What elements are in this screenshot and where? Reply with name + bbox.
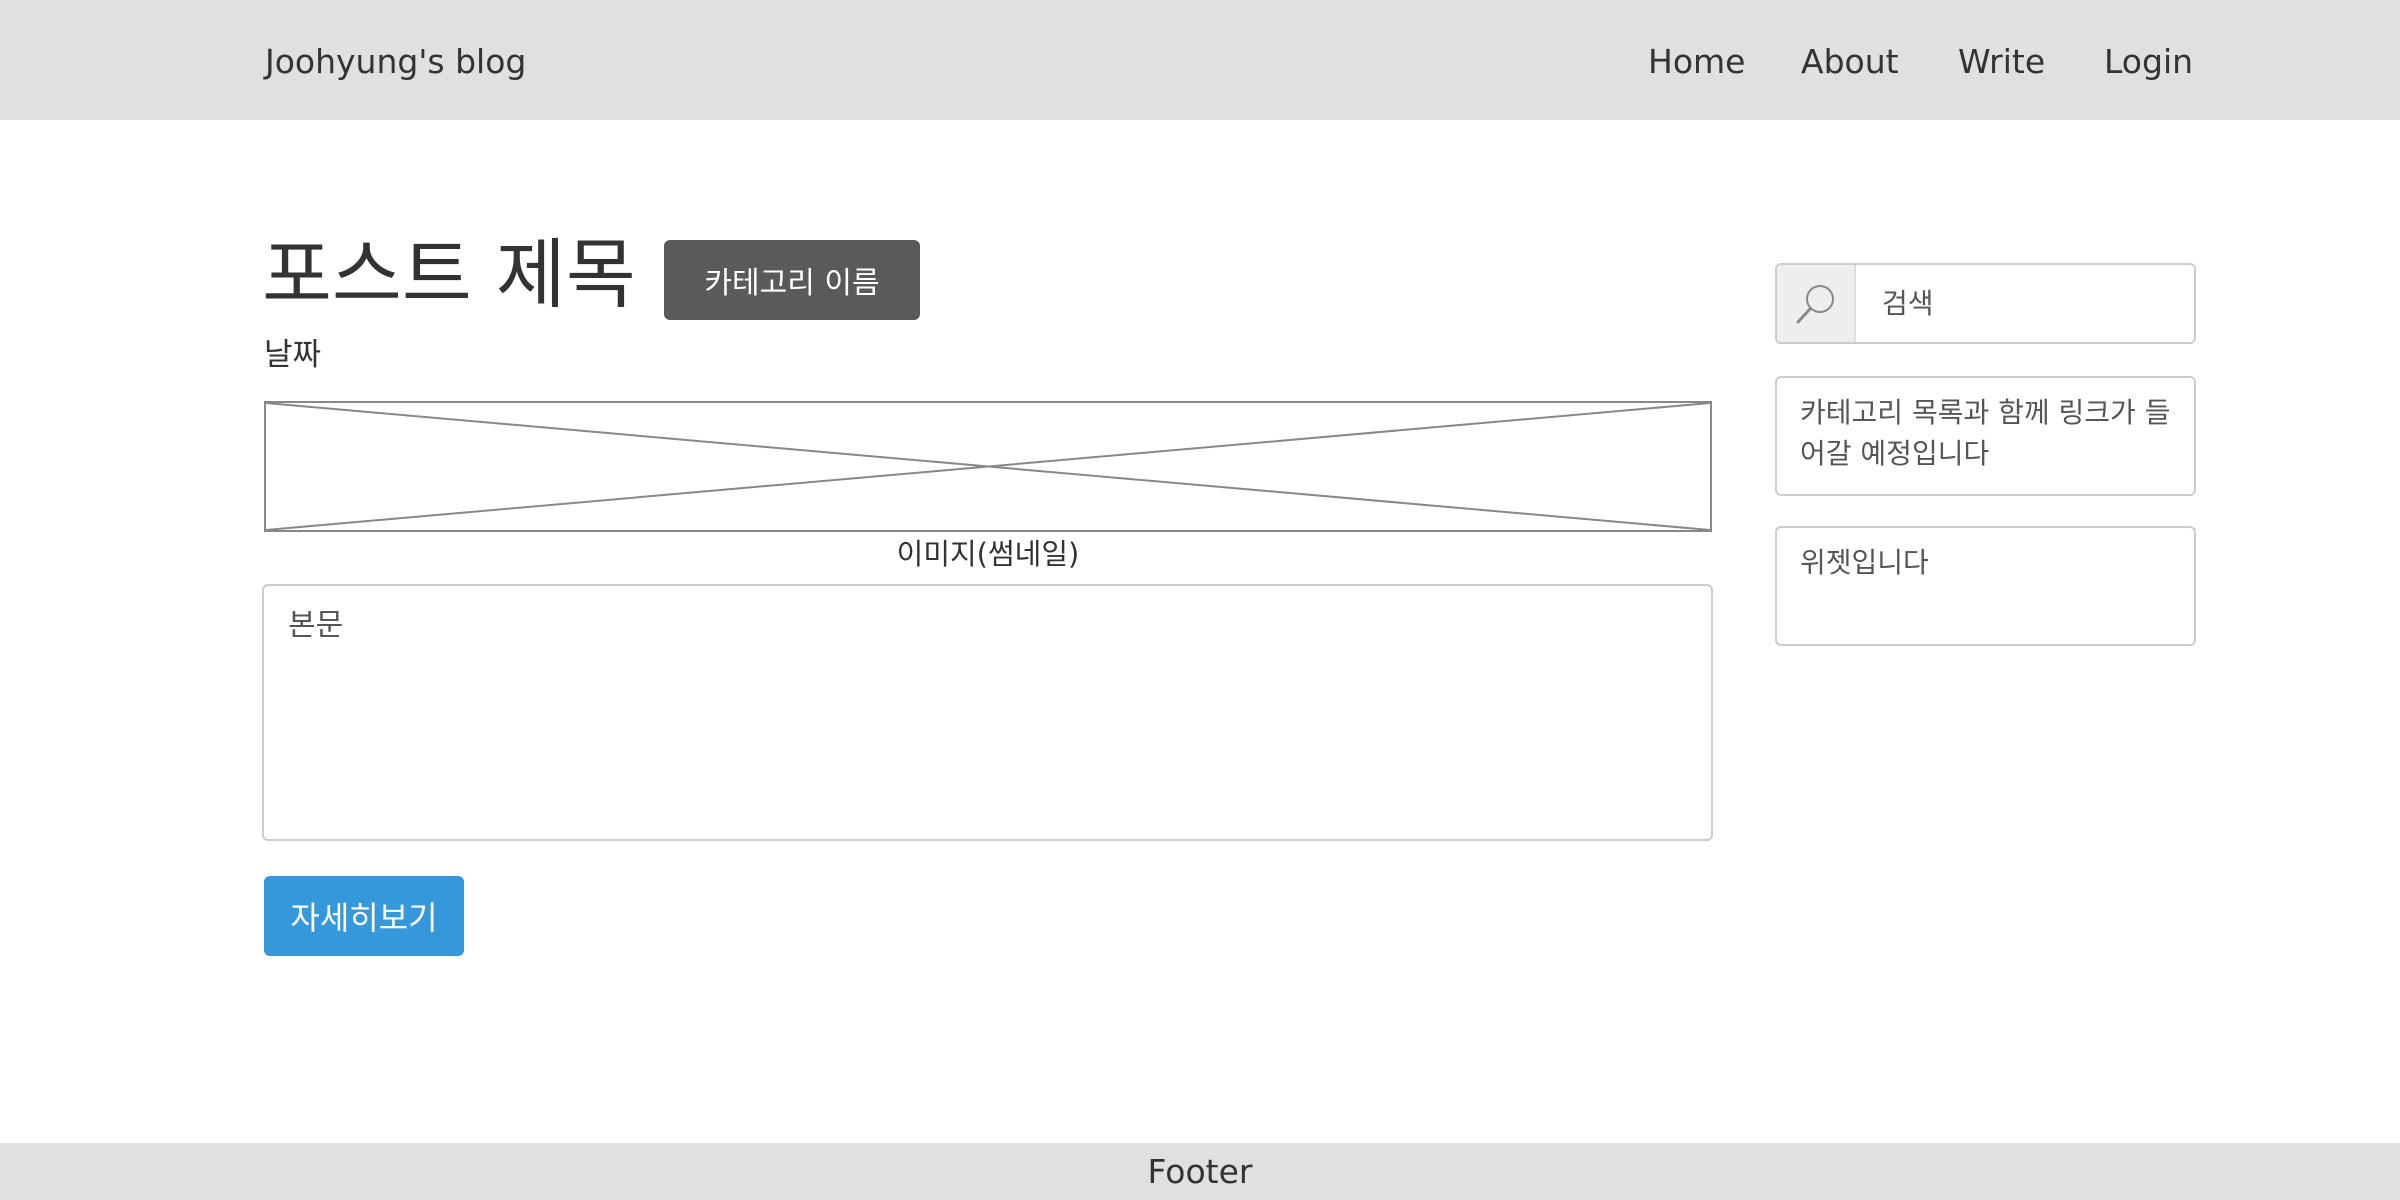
- category-list-text: 카테고리 목록과 함께 링크가 들어갈 예정입니다: [1800, 396, 2171, 470]
- post-title: 포스트 제목: [262, 230, 636, 319]
- footer: Footer: [0, 1143, 2400, 1200]
- thumbnail-cross-icon: [266, 403, 1710, 530]
- top-navbar: Joohyung's blog Home About Write Login: [0, 0, 2400, 120]
- category-badge[interactable]: 카테고리 이름: [664, 240, 920, 320]
- nav-write-link[interactable]: Write: [1958, 38, 2045, 86]
- side-widget: 위젯입니다: [1775, 526, 2196, 646]
- search-icon-addon[interactable]: [1777, 265, 1856, 342]
- category-list-widget: 카테고리 목록과 함께 링크가 들어갈 예정입니다: [1775, 376, 2196, 496]
- search-input[interactable]: [1858, 265, 2194, 342]
- search-group: [1775, 263, 2196, 344]
- brand-link[interactable]: Joohyung's blog: [265, 38, 526, 86]
- read-more-button[interactable]: 자세히보기: [264, 876, 464, 956]
- thumbnail-placeholder: [264, 401, 1712, 532]
- post-body: 본문: [262, 584, 1713, 841]
- search-icon: [1796, 284, 1834, 323]
- nav-login-link[interactable]: Login: [2104, 38, 2193, 86]
- post-date: 날짜: [264, 337, 322, 373]
- thumbnail-caption: 이미지(썸네일): [896, 537, 1080, 571]
- nav-about-link[interactable]: About: [1801, 38, 1899, 86]
- post-body-text: 본문: [288, 608, 344, 643]
- side-widget-text: 위젯입니다: [1800, 546, 1929, 579]
- footer-text: Footer: [1147, 1152, 1253, 1191]
- nav-home-link[interactable]: Home: [1648, 38, 1745, 86]
